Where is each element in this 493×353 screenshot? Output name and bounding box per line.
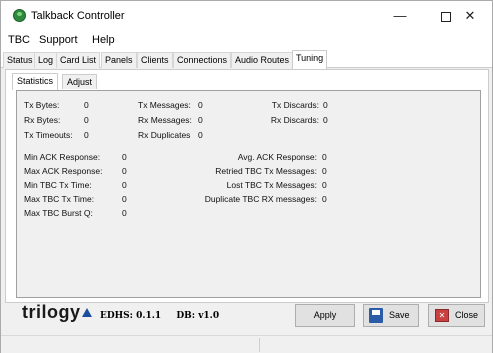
- app-window: Talkback Controller — ✕ TBC Support Help…: [0, 0, 493, 353]
- stat-tx-timeouts-value: 0: [84, 130, 89, 140]
- stat-rx-messages-value: 0: [198, 115, 203, 125]
- tuning-panel: Statistics Adjust Tx Bytes: 0 Rx Bytes: …: [5, 69, 489, 303]
- tab-connections[interactable]: Connections: [173, 52, 232, 68]
- stat-min-tbc-tx-value: 0: [122, 180, 127, 190]
- save-button[interactable]: Save: [363, 304, 419, 327]
- stat-tx-messages-value: 0: [198, 100, 203, 110]
- stat-retried-tbc-value: 0: [322, 166, 327, 176]
- window-title: Talkback Controller: [31, 10, 125, 22]
- status-bar: [1, 335, 492, 353]
- stat-rx-duplicates-value: 0: [198, 130, 203, 140]
- apply-button[interactable]: Apply: [295, 304, 355, 327]
- tab-log[interactable]: Log: [34, 52, 58, 68]
- menu-bar: TBC Support Help: [1, 31, 492, 50]
- stat-min-ack-value: 0: [122, 152, 127, 162]
- menu-support[interactable]: Support: [39, 34, 78, 46]
- stat-tx-discards-value: 0: [323, 100, 328, 110]
- close-icon: ✕: [435, 309, 449, 322]
- stat-max-tbc-tx-value: 0: [122, 194, 127, 204]
- logo-triangle-icon: [81, 308, 92, 317]
- tab-status[interactable]: Status: [3, 52, 37, 68]
- stat-tx-bytes: Tx Bytes: 0: [24, 100, 89, 110]
- subtab-statistics[interactable]: Statistics: [12, 73, 59, 90]
- close-button[interactable]: ✕ Close: [428, 304, 485, 327]
- close-window-button[interactable]: ✕: [447, 1, 493, 31]
- tab-clients[interactable]: Clients: [137, 52, 173, 68]
- tab-audio-routes[interactable]: Audio Routes: [231, 52, 294, 68]
- stat-dup-tbc-rx: Duplicate TBC RX messages:: [204, 194, 317, 204]
- db-version: DB: v1.0: [176, 311, 220, 321]
- stat-lost-tbc: Lost TBC Tx Messages:: [226, 180, 317, 190]
- subtab-adjust[interactable]: Adjust: [62, 74, 98, 89]
- trilogy-logo: trilogy: [22, 302, 92, 323]
- tab-tuning[interactable]: Tuning: [292, 50, 328, 69]
- stat-max-tbc-burst-value: 0: [122, 208, 127, 218]
- stat-dup-tbc-rx-value: 0: [322, 194, 327, 204]
- stat-max-ack-value: 0: [122, 166, 127, 176]
- stat-tx-messages: Tx Messages: 0: [138, 100, 203, 110]
- status-separator: [259, 338, 260, 352]
- stat-max-tbc-burst: Max TBC Burst Q: 0: [24, 208, 127, 218]
- main-tabs: Status Log Card List Panels Clients Conn…: [1, 50, 492, 69]
- close-label: Close: [455, 310, 479, 320]
- stat-max-ack: Max ACK Response: 0: [24, 166, 127, 176]
- title-bar: Talkback Controller — ✕: [1, 1, 492, 31]
- stat-tx-timeouts: Tx Timeouts: 0: [24, 130, 89, 140]
- stat-rx-bytes-value: 0: [84, 115, 89, 125]
- stat-min-tbc-tx: Min TBC Tx Time: 0: [24, 180, 127, 190]
- stat-lost-tbc-value: 0: [322, 180, 327, 190]
- floppy-disk-icon: [369, 308, 383, 323]
- minimize-button[interactable]: —: [377, 1, 423, 31]
- menu-tbc[interactable]: TBC: [8, 34, 30, 46]
- save-label: Save: [389, 310, 410, 320]
- stat-tx-discards: Tx Discards:: [271, 100, 319, 110]
- stat-retried-tbc: Retried TBC Tx Messages:: [215, 166, 317, 176]
- statistics-box: Tx Bytes: 0 Rx Bytes: 0 Tx Timeouts: 0 T…: [16, 90, 481, 298]
- stat-avg-ack: Avg. ACK Response:: [237, 152, 317, 162]
- stat-rx-discards-value: 0: [323, 115, 328, 125]
- stat-max-tbc-tx: Max TBC Tx Time: 0: [24, 194, 127, 204]
- stat-rx-bytes: Rx Bytes: 0: [24, 115, 89, 125]
- version-info: EDHS: 0.1.1 DB: v1.0: [100, 311, 231, 321]
- stat-avg-ack-value: 0: [322, 152, 327, 162]
- stat-rx-discards: Rx Discards:: [270, 115, 319, 125]
- menu-help[interactable]: Help: [92, 34, 115, 46]
- edhs-version: EDHS: 0.1.1: [100, 311, 162, 321]
- tab-card-list[interactable]: Card List: [56, 52, 101, 68]
- stat-tx-bytes-value: 0: [84, 100, 89, 110]
- stat-rx-duplicates: Rx Duplicates 0: [138, 130, 203, 140]
- stat-min-ack: Min ACK Response: 0: [24, 152, 127, 162]
- app-globe-icon: [13, 9, 26, 22]
- tab-panels[interactable]: Panels: [101, 52, 137, 68]
- stat-rx-messages: Rx Messages: 0: [138, 115, 203, 125]
